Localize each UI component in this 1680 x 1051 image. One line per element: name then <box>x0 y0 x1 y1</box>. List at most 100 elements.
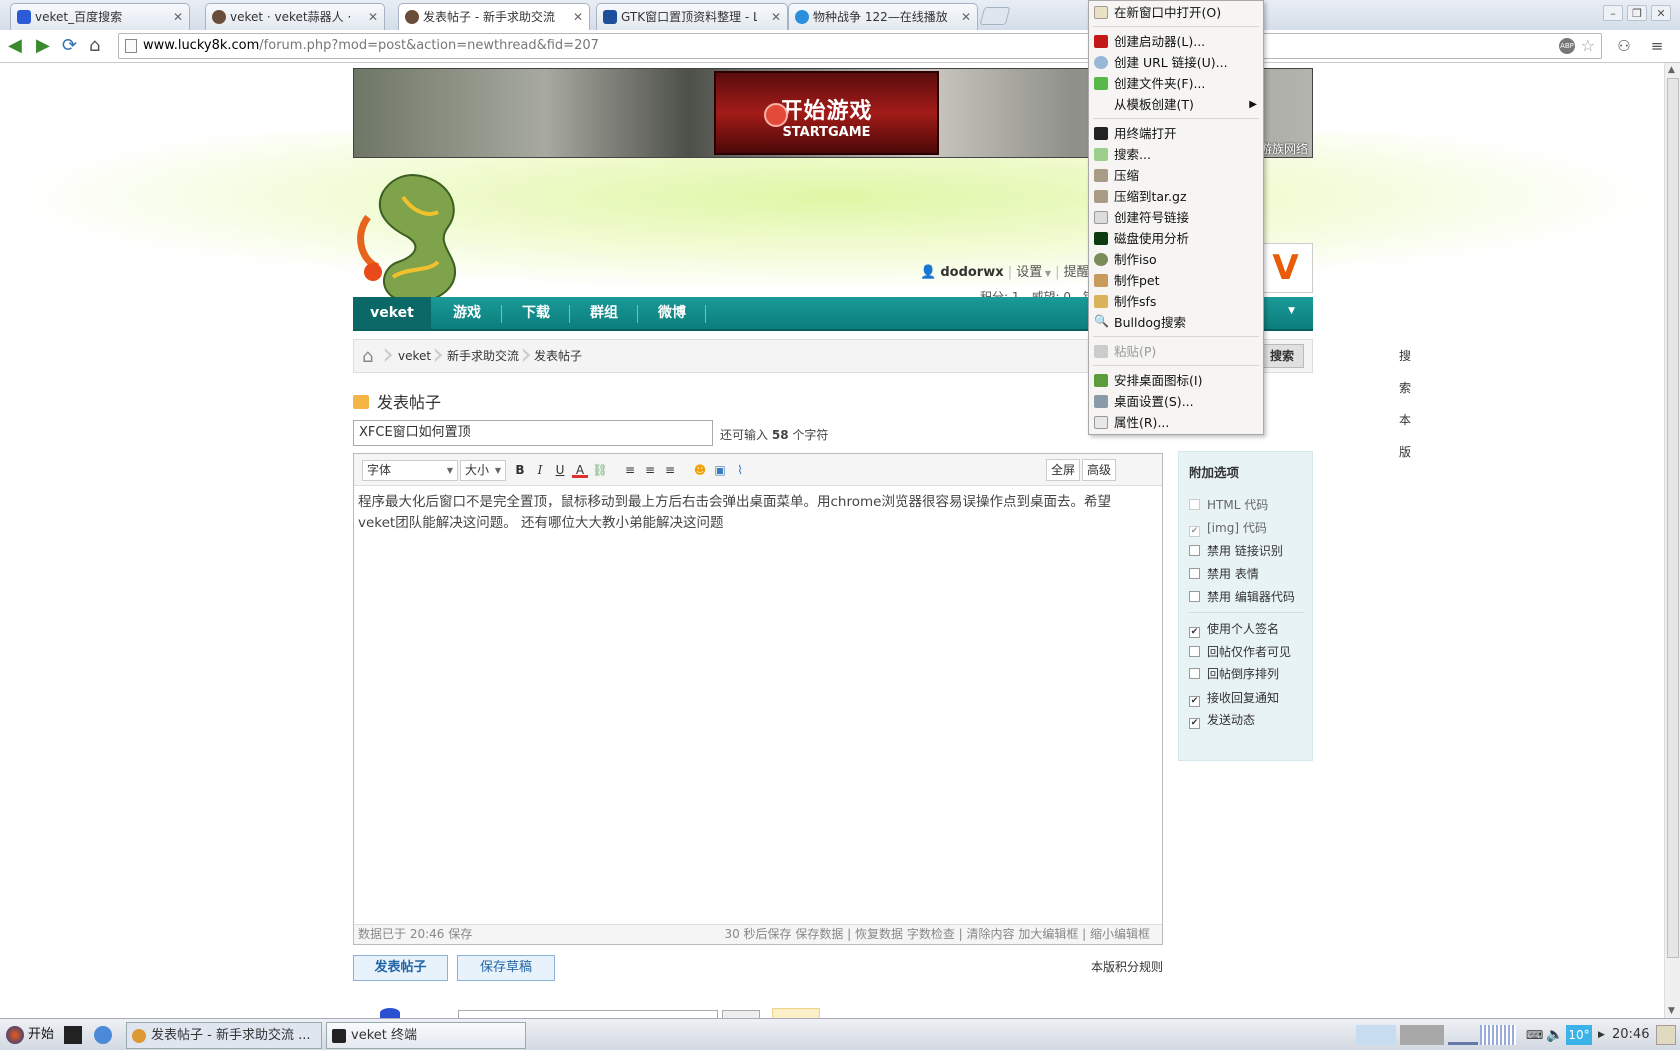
start-button[interactable]: 开始 <box>4 1019 60 1051</box>
emoji-icon[interactable]: ☻ <box>692 462 708 478</box>
volume-icon[interactable]: 🔈 <box>1546 1025 1564 1045</box>
star-icon[interactable]: ☆ <box>1581 34 1595 58</box>
align-right-icon[interactable]: ≡ <box>662 462 678 478</box>
menu-from-template[interactable]: 从模板创建(T) ▶ <box>1089 94 1263 115</box>
browser-tab[interactable]: veket_百度搜索 ✕ <box>10 3 190 30</box>
remind-link[interactable]: 提醒 <box>1064 265 1090 280</box>
option-disable-link[interactable]: 禁用 链接识别 <box>1189 542 1283 559</box>
taskbar-task-terminal[interactable]: veket 终端 <box>326 1022 526 1049</box>
close-tab-icon[interactable]: ✕ <box>961 4 971 30</box>
option-author-only[interactable]: 回帖仅作者可见 <box>1189 643 1291 660</box>
checkbox[interactable]: ✔ <box>1189 696 1200 707</box>
editor-body[interactable]: 程序最大化后窗口不是完全置顶，鼠标移动到最上方后右击会弹出桌面菜单。用chrom… <box>358 492 1158 534</box>
menu-make-iso[interactable]: 制作iso <box>1089 249 1263 270</box>
font-select[interactable]: 字体 ▼ <box>362 460 458 481</box>
option-disable-bbcode[interactable]: 禁用 编辑器代码 <box>1189 588 1295 605</box>
close-tab-icon[interactable]: ✕ <box>573 4 583 30</box>
new-tab-button[interactable] <box>979 7 1011 25</box>
nav-veket[interactable]: veket <box>353 297 431 329</box>
chevron-down-icon[interactable]: ▼ <box>1288 306 1295 316</box>
nav-download[interactable]: 下载 <box>503 297 569 329</box>
menu-compress[interactable]: 压缩 <box>1089 165 1263 186</box>
checkbox[interactable]: ✔ <box>1189 718 1200 729</box>
menu-open-terminal[interactable]: 用终端打开 <box>1089 123 1263 144</box>
breadcrumb-veket[interactable]: veket <box>398 340 431 372</box>
text-color-icon[interactable]: A <box>572 462 588 478</box>
settings-link[interactable]: 设置 <box>1016 265 1042 280</box>
menu-make-sfs[interactable]: 制作sfs <box>1089 291 1263 312</box>
scroll-up-icon[interactable]: ▲ <box>1668 65 1675 75</box>
tray-expand-icon[interactable]: ▶ <box>1598 1025 1606 1045</box>
taskbar-task-browser[interactable]: 发表帖子 - 新手求助交流 ... <box>126 1022 322 1049</box>
browser-tab-active[interactable]: 发表帖子 - 新手求助交流 - veket ✕ <box>398 3 590 30</box>
menu-disk-usage[interactable]: 磁盘使用分析 <box>1089 228 1263 249</box>
option-disable-smilies[interactable]: 禁用 表情 <box>1189 565 1259 582</box>
address-bar[interactable]: www.lucky8k.com/forum.php?mod=post&actio… <box>118 33 1602 59</box>
footer-search-input[interactable] <box>458 1010 718 1018</box>
adblock-icon[interactable]: ABP <box>1559 38 1575 54</box>
username-link[interactable]: dodorwx <box>940 265 1003 280</box>
home-icon[interactable]: ⌂ <box>89 36 100 56</box>
underline-icon[interactable]: U <box>552 462 568 478</box>
checkbox[interactable] <box>1189 499 1200 510</box>
show-desktop-icon[interactable] <box>1656 1025 1676 1045</box>
link-icon[interactable]: ⛓ <box>592 462 608 478</box>
page-scrollbar[interactable]: ▲ ▼ <box>1664 63 1680 1018</box>
close-window-button[interactable]: ✕ <box>1651 5 1671 21</box>
menu-symlink[interactable]: 创建符号链接 <box>1089 207 1263 228</box>
tray-browser-icon[interactable] <box>1356 1025 1396 1045</box>
option-reverse-order[interactable]: 回帖倒序排列 <box>1189 665 1279 682</box>
maximize-button[interactable]: ❐ <box>1627 5 1647 21</box>
reload-icon[interactable]: ⟳ <box>62 36 77 56</box>
subject-input[interactable]: XFCE窗口如何置顶 <box>353 420 713 446</box>
checkbox[interactable] <box>1189 646 1200 657</box>
close-tab-icon[interactable]: ✕ <box>368 4 378 30</box>
align-center-icon[interactable]: ≡ <box>642 462 658 478</box>
menu-arrange-icons[interactable]: 安排桌面图标(I) <box>1089 370 1263 391</box>
terminal-launcher-icon[interactable] <box>64 1026 82 1044</box>
start-game-button[interactable]: 开始游戏 STARTGAME <box>714 71 939 155</box>
option-reply-notify[interactable]: ✔ 接收回复通知 <box>1189 689 1279 707</box>
weather-badge[interactable]: 10° <box>1566 1025 1592 1045</box>
minimize-button[interactable]: – <box>1603 5 1623 21</box>
submit-post-button[interactable]: 发表帖子 <box>353 955 448 981</box>
menu-properties[interactable]: 属性(R)... <box>1089 412 1263 433</box>
menu-icon[interactable]: ≡ <box>1648 37 1666 55</box>
search-button[interactable]: 搜索 <box>1260 344 1304 368</box>
checkbox[interactable] <box>1189 568 1200 579</box>
option-signature[interactable]: ✔ 使用个人签名 <box>1189 620 1279 638</box>
footer-search-button[interactable] <box>722 1010 760 1018</box>
extension-icon[interactable]: ⚇ <box>1615 37 1633 55</box>
browser-tab[interactable]: GTK窗口置顶资料整理 - L ✕ <box>596 3 788 30</box>
nav-groups[interactable]: 群组 <box>571 297 637 329</box>
checkbox[interactable]: ✔ <box>1189 627 1200 638</box>
scrollbar-thumb[interactable] <box>1667 78 1679 958</box>
align-left-icon[interactable]: ≡ <box>622 462 638 478</box>
attachment-icon[interactable]: ⌇ <box>732 462 748 478</box>
menu-make-pet[interactable]: 制作pet <box>1089 270 1263 291</box>
menu-open-new-window[interactable]: 在新窗口中打开(O) <box>1089 2 1263 23</box>
fullscreen-button[interactable]: 全屏 <box>1046 459 1081 481</box>
forward-icon[interactable]: ▶ <box>36 36 50 56</box>
home-icon[interactable]: ⌂ <box>362 346 373 367</box>
scroll-down-icon[interactable]: ▼ <box>1668 1006 1675 1016</box>
menu-bulldog-search[interactable]: 🔍 Bulldog搜索 <box>1089 312 1263 333</box>
breadcrumb-forum[interactable]: 新手求助交流 <box>447 340 519 372</box>
menu-create-launcher[interactable]: 创建启动器(L)... <box>1089 31 1263 52</box>
menu-create-folder[interactable]: 创建文件夹(F)... <box>1089 73 1263 94</box>
clock[interactable]: 20:46 <box>1612 1019 1649 1051</box>
close-tab-icon[interactable]: ✕ <box>771 4 781 30</box>
credit-rules-link[interactable]: 本版积分规则 <box>1091 958 1163 975</box>
menu-paste[interactable]: 粘贴(P) <box>1089 341 1263 362</box>
size-select[interactable]: 大小 ▼ <box>460 460 506 481</box>
option-img[interactable]: ✔ [img] 代码 <box>1189 519 1267 537</box>
browser-launcher-icon[interactable] <box>94 1026 112 1044</box>
browser-tab[interactable]: veket · veket蒜器人 · veket ✕ <box>205 3 385 30</box>
close-tab-icon[interactable]: ✕ <box>173 4 183 30</box>
menu-desktop-settings[interactable]: 桌面设置(S)... <box>1089 391 1263 412</box>
browser-tab[interactable]: 物种战争 122—在线播放— ✕ <box>788 3 978 30</box>
option-send-feed[interactable]: ✔ 发送动态 <box>1189 711 1255 729</box>
nav-weibo[interactable]: 微博 <box>639 297 705 329</box>
save-draft-button[interactable]: 保存草稿 <box>457 955 555 981</box>
editor-actions[interactable]: 30 秒后保存 保存数据 | 恢复数据 字数检查 | 清除内容 加大编辑框 | … <box>724 925 1150 943</box>
